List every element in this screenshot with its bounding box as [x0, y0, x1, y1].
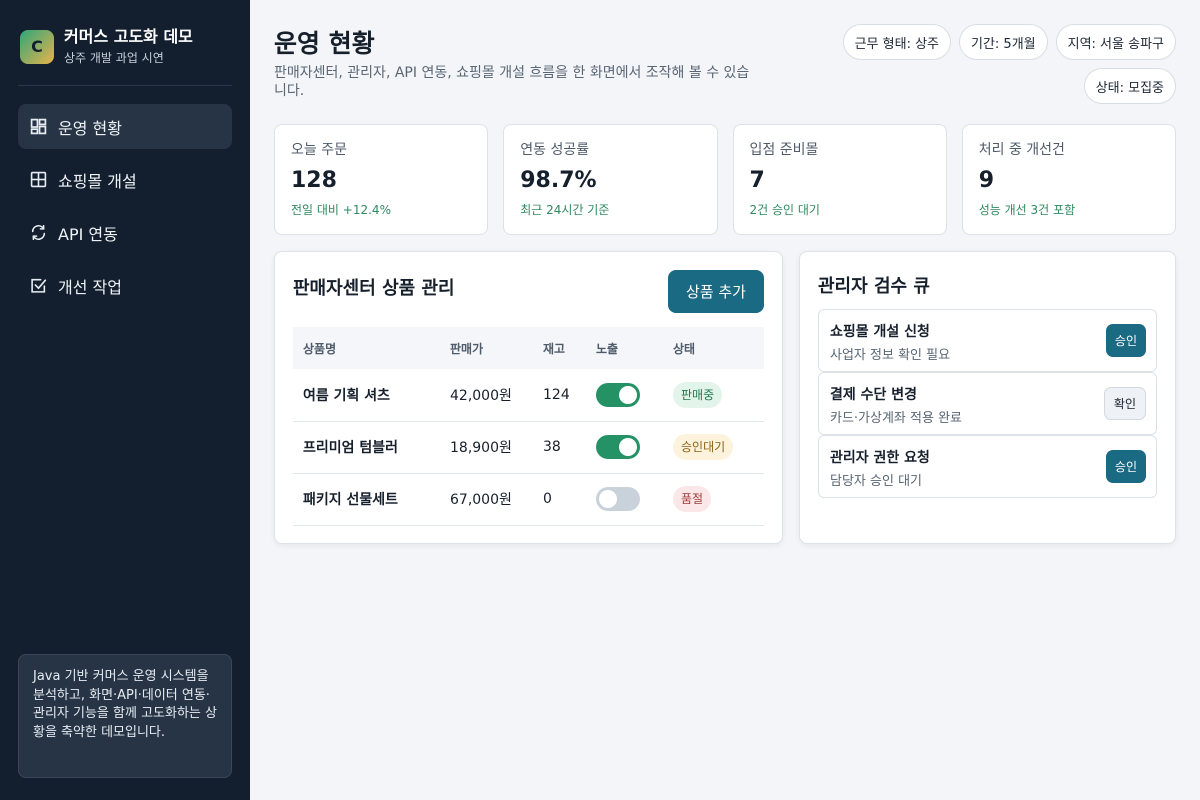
sidebar-item-label: 운영 현황	[58, 118, 122, 138]
admin-review-queue-panel: 관리자 검수 큐 쇼핑몰 개설 신청 사업자 정보 확인 필요 승인 결제 수단 변경…	[799, 251, 1176, 544]
sidebar-item-label: API 연동	[58, 224, 118, 244]
sidebar-item-api[interactable]: API 연동	[18, 210, 232, 255]
review-queue-item: 쇼핑몰 개설 신청사업자 정보 확인 필요 승인	[818, 309, 1157, 372]
stat-card-improvements: 처리 중 개선건 9 성능 개선 3건 포함	[961, 124, 1176, 235]
column-header[interactable]: 상품명	[293, 327, 440, 369]
stat-note: 성능 개선 3건 포함	[978, 203, 1076, 217]
visibility-cell	[586, 473, 663, 525]
stat-note: 전일 대비 +12.4%	[291, 203, 391, 217]
product-price: 18,900원	[450, 440, 512, 456]
main-content: 운영 현황 판매자센터, 관리자, API 연동, 쇼핑몰 개설 흐름을 한 화…	[250, 0, 1200, 800]
product-stock: 124	[543, 386, 570, 403]
product-name: 패키지 선물세트	[303, 492, 399, 508]
stat-value: 128	[291, 168, 337, 193]
grid-icon	[30, 171, 47, 188]
stat-cards: 오늘 주문 128 전일 대비 +12.4% 연동 성공률 98.7% 최근 2…	[274, 124, 1176, 235]
approve-button[interactable]: 승인	[1105, 324, 1146, 357]
status-badge: 판매중	[673, 381, 723, 408]
brand: C 커머스 고도화 데모 상주 개발 과업 시연	[18, 0, 232, 86]
product-name: 프리미엄 텀블러	[303, 440, 399, 456]
visibility-toggle[interactable]	[596, 382, 640, 407]
stat-card-pending-malls: 입점 준비몰 7 2건 승인 대기	[732, 124, 947, 235]
brand-subtitle: 상주 개발 과업 시연	[64, 51, 164, 65]
product-name: 여름 기획 셔츠	[303, 387, 391, 404]
chip-period: 기간: 5개월	[959, 24, 1048, 60]
sidebar: C 커머스 고도화 데모 상주 개발 과업 시연 운영 현황 쇼핑몰 개설 AP…	[0, 0, 250, 800]
column-header[interactable]: 판매가	[440, 327, 533, 369]
queue-item-title: 결제 수단 변경	[830, 387, 918, 403]
table-row[interactable]: 패키지 선물세트 67,000원 0 품절	[293, 473, 764, 525]
brand-logo: C	[20, 29, 54, 64]
queue-item-title: 쇼핑몰 개설 신청	[830, 324, 930, 340]
sidebar-nav: 운영 현황 쇼핑몰 개설 API 연동 개선 작업	[18, 104, 232, 308]
visibility-toggle[interactable]	[596, 487, 640, 511]
stat-value: 7	[749, 168, 765, 193]
sidebar-item-mall-open[interactable]: 쇼핑몰 개설	[18, 157, 232, 202]
status-badge: 승인대기	[673, 434, 734, 460]
stat-label: 오늘 주문	[291, 142, 347, 158]
stat-note: 최근 24시간 기준	[520, 203, 610, 217]
chip-status: 상태: 모집중	[1083, 68, 1176, 104]
add-product-button[interactable]: 상품 추가	[668, 270, 764, 313]
stat-label: 연동 성공률	[520, 142, 590, 158]
chip-region: 지역: 서울 송파구	[1055, 24, 1176, 60]
review-queue-item: 결제 수단 변경카드·가상계좌 적용 완료 확인	[818, 372, 1157, 435]
sidebar-item-label: 개선 작업	[58, 277, 122, 297]
table-row[interactable]: 프리미엄 텀블러 18,900원 38 승인대기	[293, 421, 764, 473]
checkbox-icon	[30, 277, 47, 294]
product-stock: 0	[543, 491, 552, 507]
panel-title: 판매자센터 상품 관리	[293, 278, 455, 299]
brand-title: 커머스 고도화 데모	[64, 27, 193, 46]
queue-item-subtitle: 담당자 승인 대기	[830, 474, 922, 489]
stat-value: 9	[978, 168, 995, 193]
status-cell: 품절	[663, 473, 764, 525]
product-price: 42,000원	[450, 387, 512, 404]
column-header[interactable]: 재고	[533, 327, 586, 369]
product-price: 67,000원	[450, 492, 512, 508]
review-queue-list: 쇼핑몰 개설 신청 사업자 정보 확인 필요 승인 결제 수단 변경 카드·가상계좌 적…	[818, 309, 1157, 498]
stat-label: 처리 중 개선건	[978, 142, 1065, 158]
stat-label: 입점 준비몰	[749, 142, 819, 158]
sync-icon	[30, 224, 47, 241]
status-cell: 판매중	[663, 369, 764, 421]
dashboard-icon	[30, 118, 47, 135]
product-management-panel: 판매자센터 상품 관리 상품 추가 상품명 판매가 재고 노출 상태 여름 기획…	[274, 251, 783, 544]
stat-card-orders: 오늘 주문 128 전일 대비 +12.4%	[274, 124, 489, 235]
sidebar-item-label: 쇼핑몰 개설	[58, 171, 137, 191]
stat-note: 2건 승인 대기	[749, 203, 820, 217]
approve-button[interactable]: 승인	[1105, 450, 1146, 483]
sidebar-item-dashboard[interactable]: 운영 현황	[18, 104, 232, 149]
queue-item-title: 관리자 권한 요청	[830, 450, 930, 466]
sidebar-note: Java 기반 커머스 운영 시스템을 분석하고, 화면·API·데이터 연동·…	[18, 654, 232, 778]
info-chips: 근무 형태: 상주 기간: 5개월 지역: 서울 송파구 상태: 모집중	[816, 24, 1176, 104]
stat-value: 98.7%	[520, 168, 597, 193]
toggle-knob	[619, 438, 637, 456]
stat-card-integration: 연동 성공률 98.7% 최근 24시간 기준	[503, 124, 718, 235]
visibility-cell	[586, 369, 663, 421]
page-description: 판매자센터, 관리자, API 연동, 쇼핑몰 개설 흐름을 한 화면에서 조작…	[274, 65, 750, 99]
table-row[interactable]: 여름 기획 셔츠 42,000원 124 판매중	[293, 369, 764, 421]
status-badge: 품절	[673, 486, 712, 512]
toggle-knob	[599, 490, 617, 508]
chip-work-type: 근무 형태: 상주	[842, 24, 951, 60]
toggle-knob	[619, 385, 637, 404]
queue-item-subtitle: 사업자 정보 확인 필요	[830, 348, 951, 363]
panel-title: 관리자 검수 큐	[818, 276, 930, 297]
status-cell: 승인대기	[663, 421, 764, 473]
sidebar-item-improvement[interactable]: 개선 작업	[18, 263, 232, 308]
product-table: 상품명 판매가 재고 노출 상태 여름 기획 셔츠 42,000원 124 판매중프리…	[293, 327, 764, 526]
product-stock: 38	[543, 439, 561, 455]
page-title: 운영 현황	[274, 29, 375, 58]
visibility-cell	[586, 421, 663, 473]
table-header-row: 상품명 판매가 재고 노출 상태	[293, 327, 764, 369]
review-queue-item: 관리자 권한 요청담당자 승인 대기 승인	[818, 435, 1157, 498]
column-header[interactable]: 노출	[586, 327, 663, 369]
queue-item-subtitle: 카드·가상계좌 적용 완료	[830, 411, 962, 426]
confirm-button[interactable]: 확인	[1103, 387, 1146, 420]
column-header[interactable]: 상태	[663, 327, 764, 369]
visibility-toggle[interactable]	[596, 435, 640, 459]
